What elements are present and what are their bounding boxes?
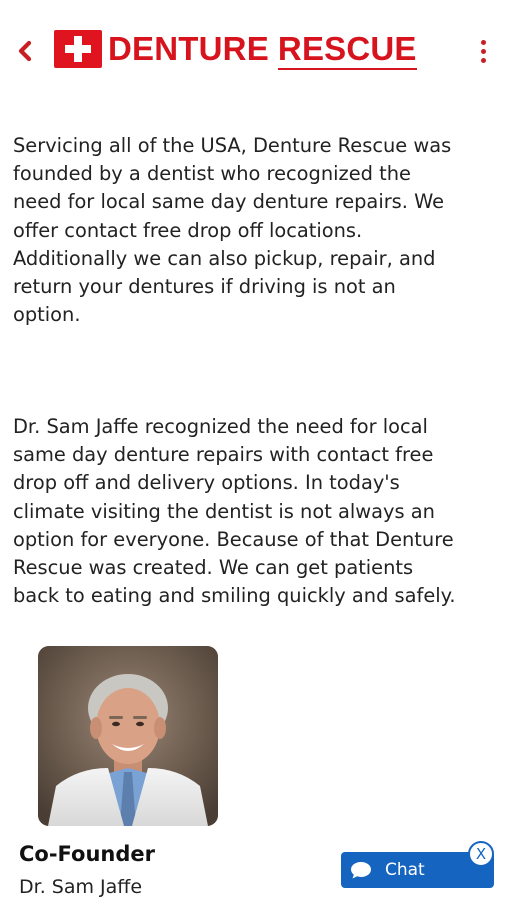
medical-cross-icon: [54, 30, 102, 68]
more-vertical-icon-dot: [480, 57, 486, 63]
logo-word-rescue: RESCUE: [277, 30, 417, 67]
app-header: DENTURE RESCUE: [0, 0, 507, 100]
founder-photo: [38, 646, 218, 826]
more-options-button[interactable]: [470, 34, 496, 68]
founder-paragraph: Dr. Sam Jaffe recognized the need for lo…: [13, 415, 456, 608]
back-button[interactable]: [10, 36, 40, 66]
chat-label: Chat: [385, 860, 425, 880]
profile-name: Dr. Sam Jaffe: [19, 876, 143, 898]
chevron-left-icon: [18, 40, 32, 62]
chat-close-button[interactable]: X: [468, 841, 494, 867]
more-vertical-icon-dot: [480, 39, 486, 45]
intro-paragraph: Servicing all of the USA, Denture Rescue…: [13, 134, 452, 327]
profile-role: Co-Founder: [19, 842, 156, 866]
logo-word-denture: DENTURE: [108, 30, 269, 67]
logo-wordmark: DENTURE RESCUE: [108, 30, 417, 68]
chat-bubble-icon: [349, 860, 373, 880]
brand-logo[interactable]: DENTURE RESCUE: [54, 28, 417, 70]
more-vertical-icon-dot: [480, 48, 486, 54]
